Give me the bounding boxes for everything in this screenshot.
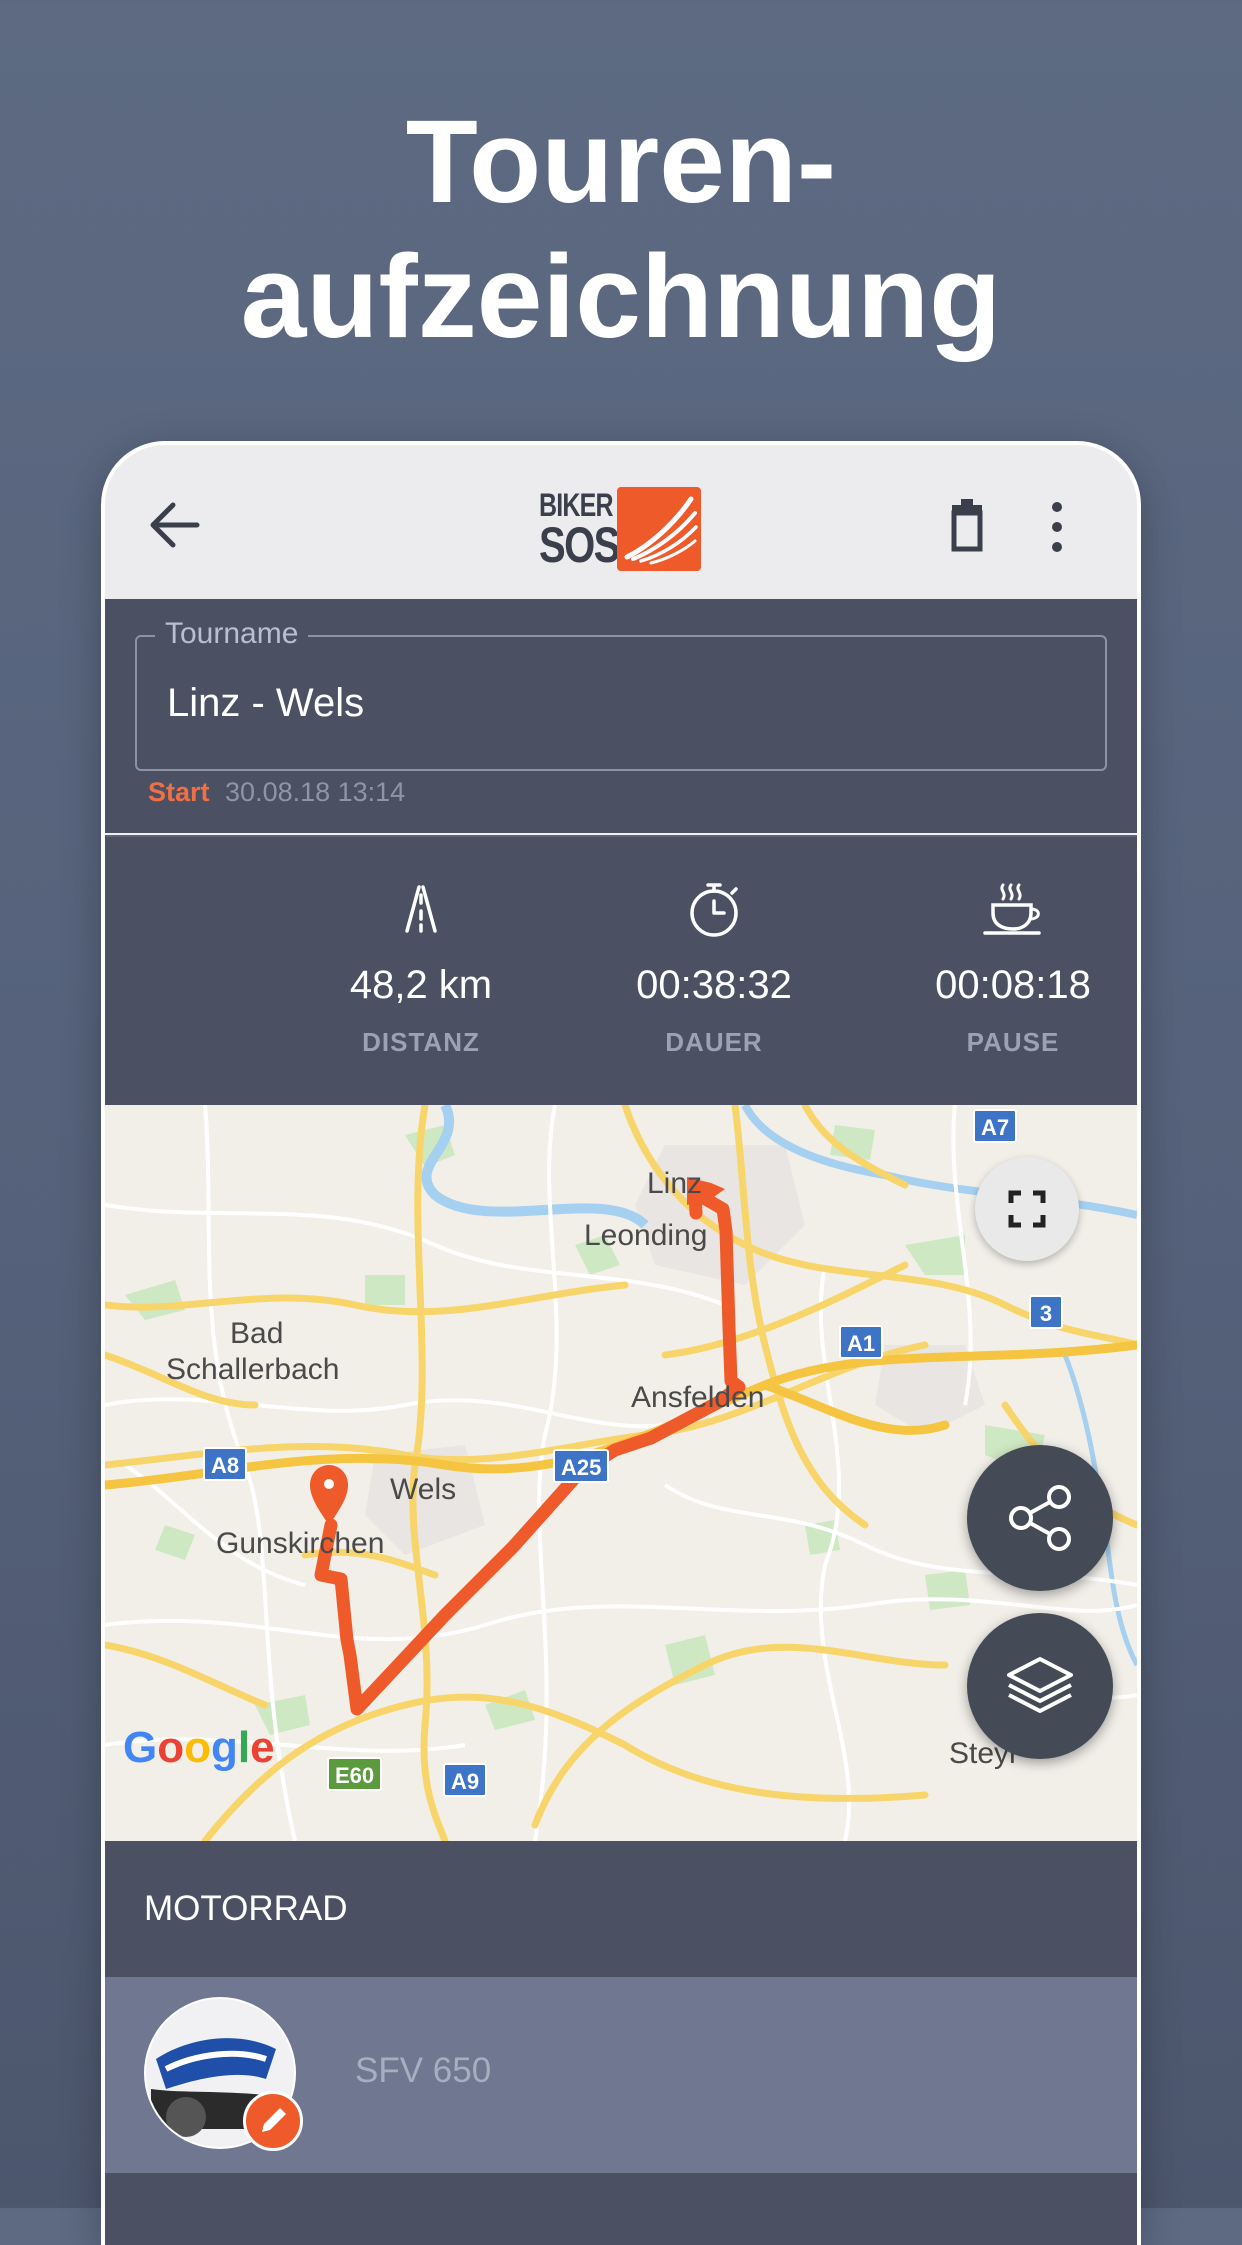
fullscreen-button[interactable]: [975, 1157, 1079, 1261]
tour-form: Tourname Linz - Wels Start 30.08.18 13:1…: [105, 599, 1137, 833]
fullscreen-icon: [1008, 1190, 1046, 1228]
google-logo: Google: [123, 1723, 275, 1772]
more-options-button[interactable]: [1042, 497, 1072, 557]
phone-frame: BIKER SOS Tourname Linz - Wels Start 30.…: [101, 441, 1141, 2245]
share-icon: [1009, 1485, 1071, 1551]
wing-icon: [617, 487, 701, 571]
share-button[interactable]: [967, 1445, 1113, 1591]
place-label: Bad: [230, 1317, 284, 1350]
place-label: Schallerbach: [166, 1353, 340, 1386]
pause-value: 00:08:18: [935, 963, 1091, 1007]
start-label: Start: [148, 777, 210, 807]
bottom-section: [105, 2173, 1137, 2245]
stat-pause: 00:08:18 PAUSE: [863, 837, 1137, 1107]
tourname-input[interactable]: Linz - Wels: [167, 681, 364, 726]
pencil-icon: [262, 2108, 286, 2132]
place-label: Linz: [647, 1167, 703, 1200]
layers-icon: [1007, 1657, 1073, 1713]
back-button[interactable]: [145, 495, 215, 555]
distance-label: DISTANZ: [362, 1027, 480, 1057]
section-title: MOTORRAD: [144, 1889, 348, 1928]
app-toolbar: BIKER SOS: [105, 445, 1137, 599]
destination-pin-icon: [310, 1465, 348, 1525]
road-icon: [405, 885, 437, 933]
route-map[interactable]: Linz Leonding Bad Schallerbach Ansfelden…: [105, 1105, 1137, 1841]
motorcycle-list-item[interactable]: SFV 650: [105, 1977, 1137, 2173]
headline: Touren- aufzeichnung: [0, 95, 1242, 365]
road-shield: A8: [203, 1447, 248, 1481]
logo-text-sos: SOS: [539, 517, 620, 573]
place-label: Wels: [390, 1473, 457, 1506]
motorrad-section-header: MOTORRAD: [105, 1841, 1137, 1977]
stat-distance: 48,2 km DISTANZ: [271, 837, 571, 1107]
stopwatch-icon: [690, 883, 738, 937]
road-shield: A9: [443, 1763, 488, 1797]
road-shield: E60: [327, 1757, 383, 1791]
more-vertical-icon: [1052, 502, 1062, 552]
delete-button[interactable]: [934, 491, 1000, 557]
duration-label: DAUER: [665, 1027, 763, 1057]
road-shield: 3: [1029, 1295, 1063, 1329]
distance-value: 48,2 km: [349, 963, 493, 1007]
place-label: Ansfelden: [631, 1381, 765, 1414]
tourname-label: Tourname: [155, 617, 309, 651]
place-label: Gunskirchen: [216, 1527, 385, 1560]
tour-stats: 48,2 km DISTANZ 00:38:32 DAUER 00:08:18 …: [105, 835, 1137, 1107]
road-shield: A25: [553, 1449, 610, 1483]
layers-button[interactable]: [967, 1613, 1113, 1759]
headline-line-1: Touren-: [405, 96, 837, 228]
tourname-field[interactable]: Tourname Linz - Wels: [135, 617, 1107, 771]
motorcycle-name: SFV 650: [355, 2051, 492, 2090]
trash-icon: [951, 499, 983, 552]
duration-value: 00:38:32: [636, 963, 792, 1007]
start-timestamp: 30.08.18 13:14: [225, 777, 406, 807]
road-shield: A7: [973, 1109, 1018, 1143]
bikersos-logo: BIKER SOS: [539, 485, 701, 571]
pause-label: PAUSE: [966, 1027, 1060, 1057]
start-info: Start 30.08.18 13:14: [148, 777, 405, 808]
headline-line-2: aufzeichnung: [240, 231, 1002, 363]
edit-motorcycle-button[interactable]: [243, 2091, 303, 2151]
coffee-cup-icon: [983, 883, 1041, 935]
road-shield: A1: [839, 1325, 884, 1359]
arrow-left-icon: [150, 502, 200, 548]
place-label: Leonding: [584, 1219, 708, 1252]
stat-duration: 00:38:32 DAUER: [564, 837, 864, 1107]
